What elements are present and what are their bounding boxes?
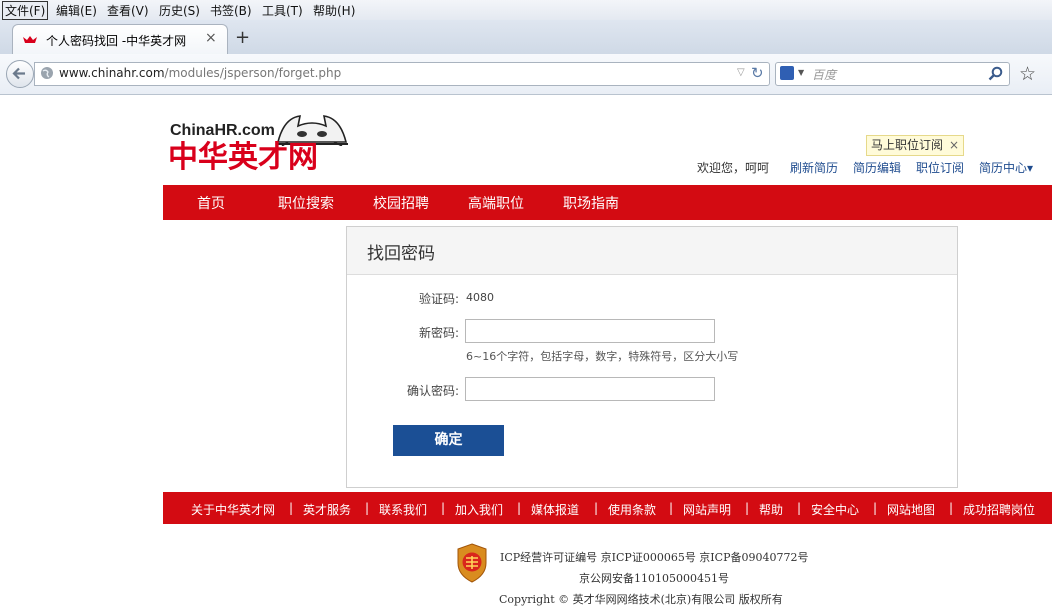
submit-button[interactable]: 确定: [393, 425, 504, 456]
footer-link-contact[interactable]: 联系我们: [379, 501, 427, 518]
menu-history[interactable]: 历史(S): [159, 2, 200, 19]
site-logo[interactable]: ChinaHR.com 中华英才网: [168, 112, 353, 178]
footer-link-terms[interactable]: 使用条款: [608, 501, 656, 518]
browser-tab[interactable]: 个人密码找回 -中华英才网 ×: [12, 24, 228, 55]
footer-link-join[interactable]: 加入我们: [455, 501, 503, 518]
back-button[interactable]: [6, 60, 34, 88]
footer-separator: |: [594, 501, 599, 515]
search-engine-dropdown-icon[interactable]: ▼: [798, 68, 804, 77]
search-input[interactable]: 百度: [812, 66, 836, 83]
refresh-resume-link[interactable]: 刷新简历: [790, 159, 838, 176]
url-path: /modules/jsperson/forget.php: [164, 66, 342, 80]
subscription-popup-label[interactable]: 马上职位订阅: [871, 138, 943, 152]
footer-nav: 关于中华英才网 | 英才服务 | 联系我们 | 加入我们 | 媒体报道 | 使用…: [163, 492, 1052, 524]
menu-view[interactable]: 查看(V): [107, 2, 149, 19]
footer-separator: |: [745, 501, 750, 515]
police-record[interactable]: 京公网安备110105000451号: [579, 570, 729, 586]
url-bar[interactable]: www.chinahr.com/modules/jsperson/forget.…: [34, 62, 770, 86]
baidu-paw-icon: [780, 66, 794, 80]
close-popup-icon[interactable]: ×: [949, 138, 959, 152]
url-domain: www.chinahr.com: [59, 66, 165, 80]
footer-link-statement[interactable]: 网站声明: [683, 501, 731, 518]
menu-tools[interactable]: 工具(T): [262, 2, 303, 19]
new-tab-button[interactable]: +: [235, 27, 250, 48]
confirm-password-field[interactable]: [465, 377, 715, 401]
chinahr-favicon-icon: [23, 36, 37, 43]
logo-english: ChinaHR.com: [170, 122, 275, 139]
footer-link-help[interactable]: 帮助: [759, 501, 783, 518]
password-hint: 6~16个字符，包括字母，数字，特殊符号，区分大小写: [466, 350, 739, 363]
captcha-label: 验证码:: [418, 292, 459, 306]
forget-password-panel: 找回密码 验证码: 4080 新密码: 6~16个字符，包括字母，数字，特殊符号…: [346, 226, 958, 488]
reload-icon[interactable]: ↻: [751, 64, 764, 82]
welcome-text: 欢迎您，呵呵: [697, 161, 770, 175]
footer-link-security[interactable]: 安全中心: [811, 501, 859, 518]
panel-header: 找回密码: [347, 227, 957, 275]
nav-campus[interactable]: 校园招聘: [373, 193, 429, 213]
footer-separator: |: [289, 501, 294, 515]
new-password-field[interactable]: [465, 319, 715, 343]
icp-license[interactable]: ICP经营许可证编号 京ICP证000065号 京ICP备09040772号: [500, 549, 808, 565]
confirm-password-label: 确认密码:: [406, 384, 459, 398]
copyright: Copyright © 英才华网网络技术(北京)有限公司 版权所有: [499, 593, 783, 606]
footer-separator: |: [365, 501, 370, 515]
logo-chinese: 中华英才网: [168, 140, 318, 175]
footer-separator: |: [949, 501, 954, 515]
menu-bar: 文件(F) 编辑(E) 查看(V) 历史(S) 书签(B) 工具(T) 帮助(H…: [0, 0, 1052, 20]
captcha-value: 4080: [466, 291, 494, 304]
footer-link-success[interactable]: 成功招聘岗位: [963, 501, 1035, 518]
footer-separator: |: [669, 501, 674, 515]
menu-file[interactable]: 文件(F): [2, 1, 49, 20]
footer-link-sitemap[interactable]: 网站地图: [887, 501, 935, 518]
nav-job-search[interactable]: 职位搜索: [278, 193, 334, 213]
menu-help[interactable]: 帮助(H): [313, 2, 355, 19]
footer-separator: |: [517, 501, 522, 515]
globe-icon: [41, 67, 53, 79]
tab-close-icon[interactable]: ×: [205, 30, 217, 46]
nav-home[interactable]: 首页: [197, 193, 225, 213]
footer-separator: |: [441, 501, 446, 515]
footer-link-services[interactable]: 英才服务: [303, 501, 351, 518]
edit-resume-link[interactable]: 简历编辑: [853, 159, 901, 176]
footer-separator: |: [797, 501, 802, 515]
job-subscription-link[interactable]: 职位订阅: [916, 159, 964, 176]
page-title: 找回密码: [367, 244, 435, 264]
menu-edit[interactable]: 编辑(E): [56, 2, 97, 19]
main-nav: 首页 职位搜索 校园招聘 高端职位 职场指南: [163, 185, 1052, 220]
footer-link-about[interactable]: 关于中华英才网: [191, 501, 275, 518]
nav-career-guide[interactable]: 职场指南: [563, 193, 619, 213]
tab-title: 个人密码找回 -中华英才网: [46, 34, 187, 48]
search-icon[interactable]: [988, 66, 1003, 81]
bookmark-star-icon[interactable]: ☆: [1019, 63, 1036, 85]
search-bar[interactable]: ▼ 百度: [775, 62, 1010, 86]
nav-senior-jobs[interactable]: 高端职位: [468, 193, 524, 213]
back-arrow-icon: [12, 67, 25, 80]
resume-center-link[interactable]: 简历中心▾: [979, 159, 1033, 176]
police-emblem-icon[interactable]: [455, 543, 489, 583]
subscription-popup[interactable]: 马上职位订阅 ×: [866, 135, 965, 156]
footer-separator: |: [873, 501, 878, 515]
footer-link-media[interactable]: 媒体报道: [531, 501, 579, 518]
menu-bookmarks[interactable]: 书签(B): [210, 2, 252, 19]
url-dropdown-icon[interactable]: ▽: [737, 67, 745, 78]
url-text[interactable]: www.chinahr.com/modules/jsperson/forget.…: [59, 66, 341, 80]
new-password-label: 新密码:: [418, 326, 459, 340]
